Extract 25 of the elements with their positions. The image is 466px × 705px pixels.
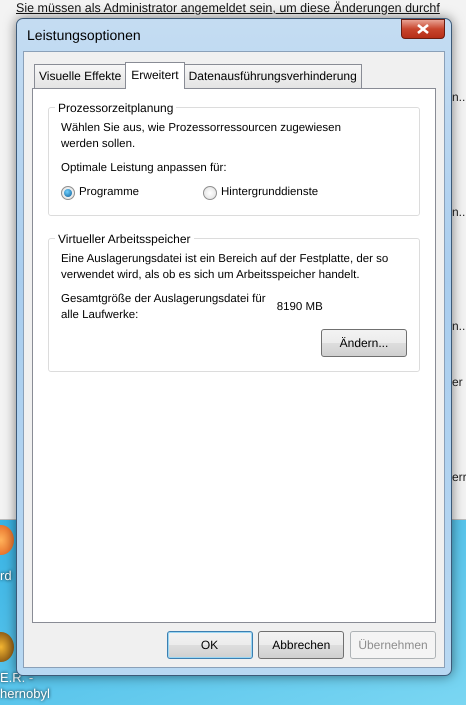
window-title: Leistungsoptionen xyxy=(26,26,141,45)
change-button[interactable]: Ändern... xyxy=(321,329,407,357)
button-label: er xyxy=(452,374,463,391)
button-label: n... xyxy=(452,204,466,221)
button-label: n... xyxy=(452,89,466,106)
close-button[interactable] xyxy=(401,19,445,39)
button-label: n... xyxy=(452,318,466,335)
description-text: Eine Auslagerungsdatei ist ein Bereich auf der Festplatte, der so verwendet wird, als ob es sich um Arbeitsspeicher handelt. xyxy=(61,252,390,284)
radio-button[interactable] xyxy=(61,186,75,200)
description-text: Wählen Sie aus, wie Prozessorressourcen zugewiesen werden sollen. xyxy=(61,121,342,152)
size-value: 8190 MB xyxy=(276,300,323,315)
dialog-button[interactable]: OK xyxy=(166,631,252,659)
tab[interactable]: Erweitert xyxy=(125,62,185,89)
tab[interactable]: Datenausführungsverhinderung xyxy=(184,64,362,88)
tab[interactable]: Visuelle Effekte xyxy=(34,64,126,88)
radio-label[interactable]: Programme xyxy=(79,184,140,202)
close-icon xyxy=(417,24,429,34)
size-label: Gesamtgröße der Auslagerungsdatei für alle Laufwerke: xyxy=(61,292,267,324)
radio-label[interactable]: Hintergrunddienste xyxy=(221,184,318,202)
dialog-button[interactable]: Abbrechen xyxy=(258,631,344,659)
link-text[interactable]: Sie müssen als Administrator angemeldet sein, um diese Änderungen durchf xyxy=(16,1,440,16)
icon-label: E.R. - hernobyl xyxy=(0,670,50,702)
icon-label: rd xyxy=(0,568,12,584)
prompt-text: Optimale Leistung anpassen für: xyxy=(61,161,228,176)
radio-button[interactable] xyxy=(203,186,217,200)
